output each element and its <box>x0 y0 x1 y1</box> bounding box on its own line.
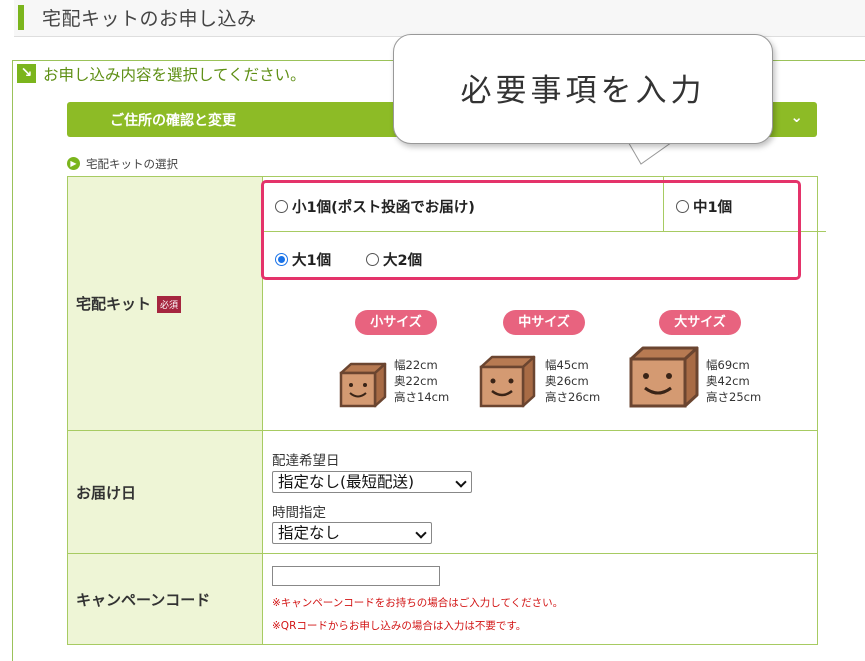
campaign-cell: ※キャンペーンコードをお持ちの場合はご入力してください。 ※QRコードからお申し… <box>262 553 818 645</box>
large-dims: 幅69cm 奥42cm 高さ25cm <box>706 358 762 404</box>
size-pill-medium: 中サイズ <box>503 310 585 335</box>
medium-box-icon <box>479 355 536 408</box>
campaign-label: キャンペーンコード <box>76 590 211 609</box>
campaign-label-cell: キャンペーンコード <box>67 553 263 645</box>
input-highlight-frame <box>261 180 801 280</box>
campaign-note-1: ※キャンペーンコードをお持ちの場合はご入力してください。 <box>272 597 564 609</box>
callout-text: 必要事項を入力 <box>460 73 706 109</box>
delivery-date-label: 配達希望日 <box>272 453 340 469</box>
campaign-code-input[interactable] <box>272 566 440 586</box>
size-pill-small: 小サイズ <box>355 310 437 335</box>
delivery-time-label: 時間指定 <box>272 505 326 521</box>
arrow-down-right-icon: ↘ <box>17 64 36 83</box>
address-confirm-label: ご住所の確認と変更 <box>110 113 236 129</box>
chevron-down-icon <box>415 527 427 539</box>
chevron-down-icon <box>455 476 467 488</box>
delivery-label: お届け日 <box>76 483 137 502</box>
delivery-date-value: 指定なし(最短配送) <box>278 473 415 491</box>
page-title: 宅配キットのお申し込み <box>42 8 257 30</box>
small-dims: 幅22cm 奥22cm 高さ14cm <box>394 358 450 404</box>
section-title-text: お申し込み内容を選択してください。 <box>43 66 306 84</box>
delivery-cell: 配達希望日 指定なし(最短配送) 時間指定 指定なし <box>262 430 818 554</box>
large-box-icon <box>629 346 699 408</box>
callout-bubble: 必要事項を入力 <box>393 34 773 144</box>
required-badge: 必須 <box>157 296 182 313</box>
kit-label-cell: 宅配キット 必須 <box>67 176 263 431</box>
order-form-table: 宅配キット 必須 小1個(ポスト投函でお届け) 中1個 大1個 大2個 小サイズ… <box>67 176 826 645</box>
kit-label: 宅配キット <box>76 295 152 313</box>
medium-dims: 幅45cm 奥26cm 高さ26cm <box>545 358 601 404</box>
delivery-date-select[interactable]: 指定なし(最短配送) <box>272 471 472 493</box>
chevron-down-icon: ⌄ <box>790 108 803 126</box>
campaign-note-2: ※QRコードからお申し込みの場合は入力は不要です。 <box>272 620 527 632</box>
kit-select-heading-text: 宅配キットの選択 <box>86 157 178 171</box>
kit-size-guide: 小サイズ 中サイズ 大サイズ 幅22cm 奥22cm 高さ14cm 幅45cm … <box>263 285 826 430</box>
small-box-icon <box>339 362 387 408</box>
delivery-label-cell: お届け日 <box>67 430 263 554</box>
header-accent-bar <box>18 5 24 30</box>
size-pill-large: 大サイズ <box>659 310 741 335</box>
delivery-time-select[interactable]: 指定なし <box>272 522 432 544</box>
kit-options-cell: 小1個(ポスト投函でお届け) 中1個 大1個 大2個 小サイズ 中サイズ 大サイ… <box>261 176 826 431</box>
page-header: 宅配キットのお申し込み <box>14 0 865 37</box>
delivery-time-value: 指定なし <box>278 524 341 542</box>
play-icon: ▶ <box>67 157 80 170</box>
